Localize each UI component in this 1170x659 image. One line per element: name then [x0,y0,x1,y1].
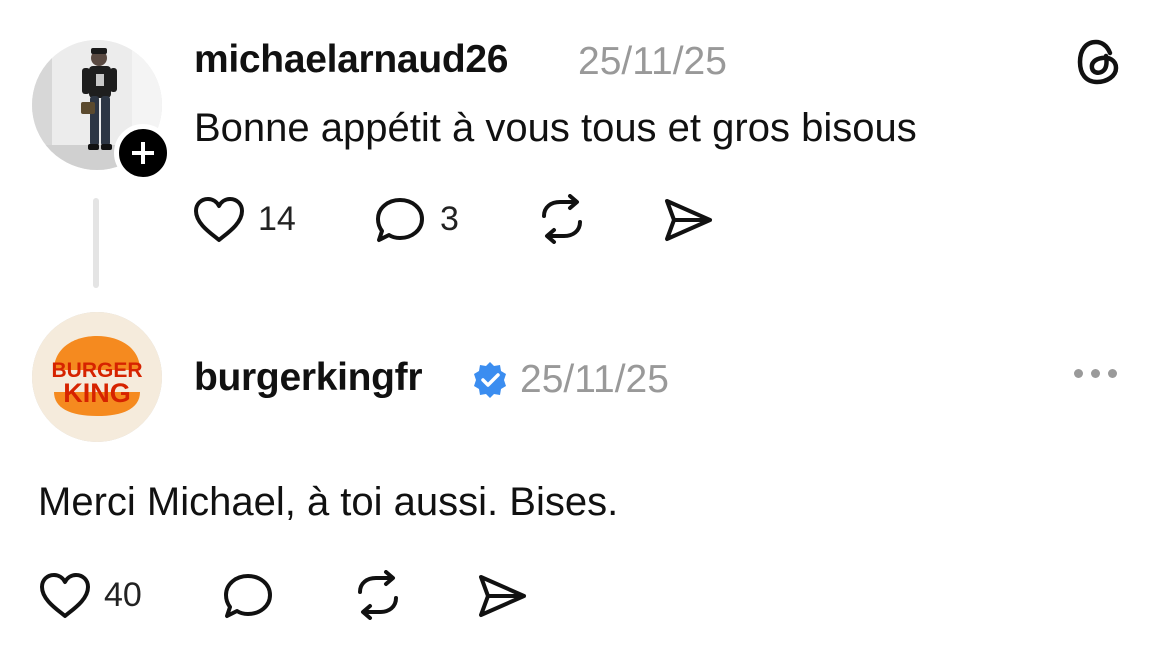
follow-plus-icon[interactable] [114,124,172,182]
verified-badge-icon [470,360,510,400]
reply-text: Merci Michael, à toi aussi. Bises. [38,480,619,524]
post-date: 25/11/25 [578,40,727,83]
reply-username[interactable]: burgerkingfr [194,356,423,400]
reply-count: 3 [440,200,459,238]
more-icon[interactable] [1074,369,1117,378]
post-username[interactable]: michaelarnaud26 [194,38,508,82]
reply-date: 25/11/25 [520,358,669,401]
repost-icon[interactable] [536,194,588,244]
threads-logo-icon[interactable] [1076,38,1122,86]
comment-icon[interactable] [222,572,276,622]
send-icon[interactable] [662,196,714,244]
thread-line [93,198,99,288]
like-count: 40 [104,576,142,614]
heart-icon[interactable] [192,196,246,244]
comment-icon[interactable] [374,196,428,246]
like-count: 14 [258,200,296,238]
brand-avatar[interactable]: BURGER KING [32,312,162,442]
post-text: Bonne appétit à vous tous et gros bisous [194,106,917,150]
send-icon[interactable] [476,572,528,620]
repost-icon[interactable] [352,570,404,620]
svg-text:KING: KING [63,378,131,408]
heart-icon[interactable] [38,572,92,620]
